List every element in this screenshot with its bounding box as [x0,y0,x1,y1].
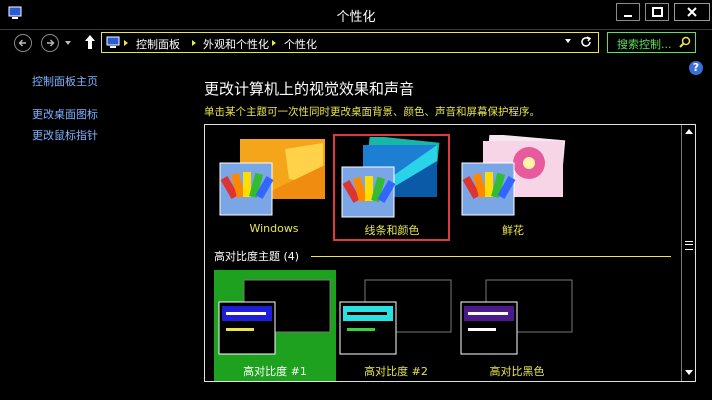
page-title: 更改计算机上的视觉效果和声音 [204,80,415,98]
theme-preview-high-contrast-black [460,279,573,355]
theme-list: Windows 线条和颜色 鲜花 高对比度主题 (4) 高对比度 #1 高对比度… [204,124,696,382]
sidebar-item-change-mouse-pointers[interactable]: 更改鼠标指针 [32,127,98,143]
arrow-right-icon [47,39,55,47]
sidebar-item-change-desktop-icons[interactable]: 更改桌面图标 [32,106,98,122]
breadcrumb-separator[interactable] [192,40,196,46]
theme-preview-lines-and-colors [341,137,440,218]
window-title: 个性化 [336,10,376,25]
theme-label-high-contrast-black[interactable]: 高对比黑色 [456,363,578,379]
theme-label-high-contrast-2[interactable]: 高对比度 #2 [335,363,457,379]
theme-label-windows[interactable]: Windows [215,222,333,235]
section-divider [311,256,671,257]
back-button[interactable] [14,34,32,52]
up-arrow-icon[interactable] [84,34,96,50]
breadcrumb-appearance[interactable]: 外观和个性化 [203,36,269,52]
search-input[interactable]: 搜索控制... [617,36,672,52]
theme-list-scrollbar[interactable] [681,125,695,381]
close-button[interactable] [674,3,710,21]
recent-pages-chevron-icon[interactable] [65,41,71,45]
theme-preview-windows [219,139,325,216]
page-description: 单击某个主题可一次性同时更改桌面背景、颜色、声音和屏幕保护程序。 [204,106,540,118]
theme-preview-high-contrast-2 [339,279,452,355]
close-icon [687,7,697,17]
theme-high-contrast-black[interactable]: 高对比黑色 [456,270,578,381]
search-box[interactable]: 搜索控制... [607,32,696,53]
scroll-down-arrow-icon[interactable] [685,370,693,375]
address-dropdown-chevron-icon[interactable] [565,39,571,43]
title-bar: 个性化 [0,0,712,30]
scroll-thumb[interactable] [685,241,693,250]
scroll-up-arrow-icon[interactable] [685,129,693,134]
sidebar-item-control-panel-home[interactable]: 控制面板主页 [32,73,98,89]
maximize-button[interactable] [645,3,669,21]
high-contrast-section-title: 高对比度主题 (4) [214,250,300,263]
control-panel-icon [106,36,120,48]
breadcrumb-personalization[interactable]: 个性化 [284,36,317,52]
theme-label-flowers[interactable]: 鲜花 [457,222,569,238]
theme-high-contrast-2[interactable]: 高对比度 #2 [335,270,457,381]
address-bar[interactable]: 控制面板 外观和个性化 个性化 [101,32,599,53]
theme-label-lines-and-colors[interactable]: 线条和颜色 [337,222,447,238]
breadcrumb-separator[interactable] [124,40,128,46]
refresh-icon[interactable] [579,35,593,49]
theme-preview-high-contrast-1 [218,279,331,355]
theme-preview-flowers [461,135,566,216]
theme-label-high-contrast-1[interactable]: 高对比度 #1 [214,363,336,379]
theme-high-contrast-1[interactable]: 高对比度 #1 [214,270,336,381]
breadcrumb-control-panel[interactable]: 控制面板 [136,36,180,52]
forward-button[interactable] [41,34,59,52]
breadcrumb-separator[interactable] [272,40,276,46]
minimize-button[interactable] [616,3,640,21]
arrow-left-icon [18,39,26,47]
search-icon[interactable] [679,36,691,48]
help-button[interactable]: ? [689,61,703,75]
